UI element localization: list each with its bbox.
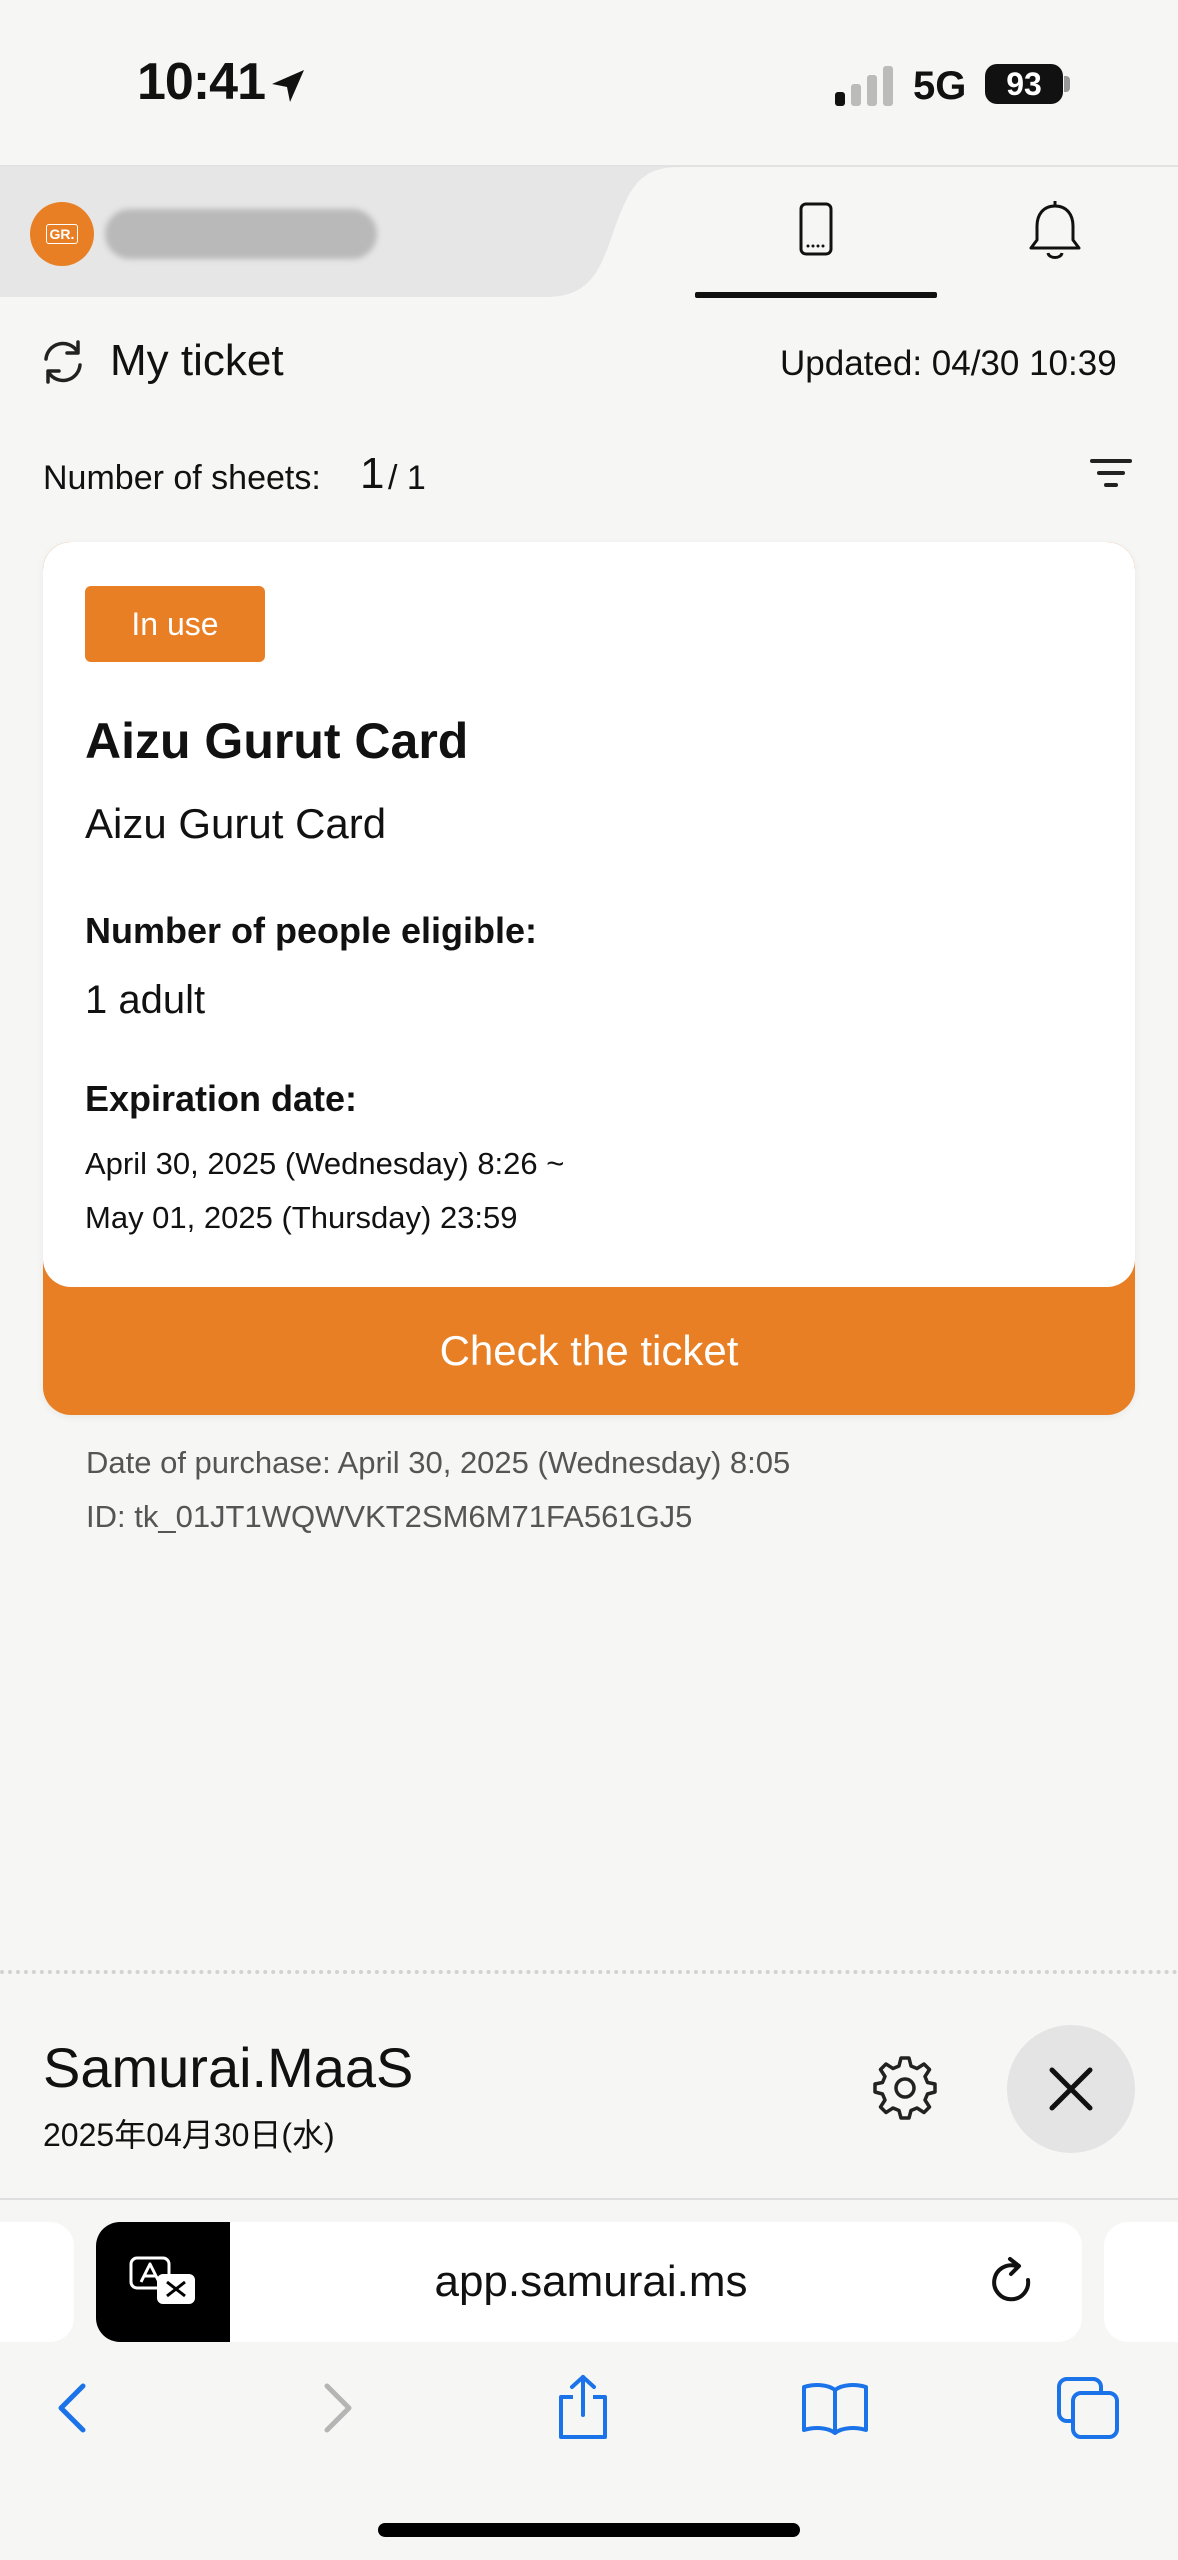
back-button[interactable] — [30, 2368, 120, 2448]
gear-icon — [873, 2056, 937, 2120]
app-name: Samurai.MaaS — [43, 2036, 414, 2099]
sheets-total: / 1 — [388, 459, 426, 497]
ticket-subname: Aizu Gurut Card — [85, 800, 387, 847]
close-icon — [1049, 2067, 1093, 2111]
ticket-name: Aizu Gurut Card — [85, 713, 469, 769]
cellular-signal-icon — [835, 66, 897, 111]
expiry-label: Expiration date: — [85, 1078, 358, 1119]
reload-icon — [992, 2257, 1031, 2302]
eligible-label: Number of people eligible: — [85, 910, 538, 951]
translate-button[interactable] — [96, 2222, 230, 2342]
battery-level: 93 — [985, 64, 1063, 104]
share-icon — [559, 2375, 607, 2439]
address-bar[interactable]: app.samurai.ms — [96, 2222, 1082, 2342]
bookmarks-button[interactable] — [790, 2368, 880, 2448]
app-header: GR. — [0, 165, 1178, 302]
settings-button[interactable] — [865, 2048, 945, 2128]
ticket-card: In use Aizu Gurut Card Aizu Gurut Card N… — [43, 542, 1135, 1415]
updated-timestamp: Updated: 04/30 10:39 — [780, 344, 1117, 383]
reload-button[interactable] — [976, 2248, 1046, 2318]
app-date: 2025年04月30日(水) — [43, 2117, 335, 2153]
tab-ticket[interactable] — [695, 192, 937, 302]
status-badge: In use — [85, 586, 265, 662]
ticket-id: ID: tk_01JT1WQWVKT2SM6M71FA561GJ5 — [86, 1499, 693, 1534]
check-ticket-button[interactable]: Check the ticket — [43, 1287, 1135, 1415]
url-text[interactable]: app.samurai.ms — [230, 2222, 952, 2342]
previous-tab-preview[interactable] — [0, 2222, 74, 2342]
home-indicator — [378, 2523, 800, 2537]
brand-logo-text: GR. — [45, 224, 79, 244]
page-title: My ticket — [110, 336, 284, 385]
divider — [0, 2198, 1178, 2200]
ticket-card-body: In use Aizu Gurut Card Aizu Gurut Card N… — [43, 542, 1135, 1287]
phone-ticket-icon — [799, 202, 833, 256]
divider — [0, 1970, 1178, 1974]
expiry-end: May 01, 2025 (Thursday) 23:59 — [85, 1200, 518, 1235]
translate-icon — [129, 2256, 195, 2304]
next-tab-preview[interactable] — [1104, 2222, 1178, 2342]
chevron-right-icon — [324, 2383, 352, 2433]
active-tab-indicator — [695, 292, 937, 298]
bell-icon — [1029, 201, 1081, 259]
sheets-current: 1 — [360, 449, 385, 498]
sheets-label: Number of sheets: — [43, 459, 321, 497]
purchase-date: Date of purchase: April 30, 2025 (Wednes… — [86, 1445, 791, 1480]
expiry-start: April 30, 2025 (Wednesday) 8:26 ~ — [85, 1146, 565, 1181]
chevron-left-icon — [58, 2383, 86, 2433]
tabs-icon — [1057, 2377, 1119, 2439]
location-arrow-icon — [268, 66, 308, 111]
redacted-account-name — [105, 209, 377, 259]
tabs-button[interactable] — [1043, 2368, 1133, 2448]
network-type: 5G — [913, 64, 967, 108]
filter-icon[interactable] — [1088, 453, 1134, 498]
eligible-value: 1 adult — [85, 978, 206, 1022]
refresh-icon[interactable] — [38, 337, 88, 392]
share-button[interactable] — [538, 2368, 628, 2448]
forward-button[interactable] — [290, 2368, 380, 2448]
close-button[interactable] — [1007, 2025, 1135, 2153]
book-icon — [802, 2383, 868, 2435]
battery-tip — [1064, 76, 1070, 92]
tab-notifications[interactable] — [995, 192, 1115, 292]
status-time: 10:41 — [137, 53, 266, 111]
brand-logo: GR. — [30, 202, 94, 266]
